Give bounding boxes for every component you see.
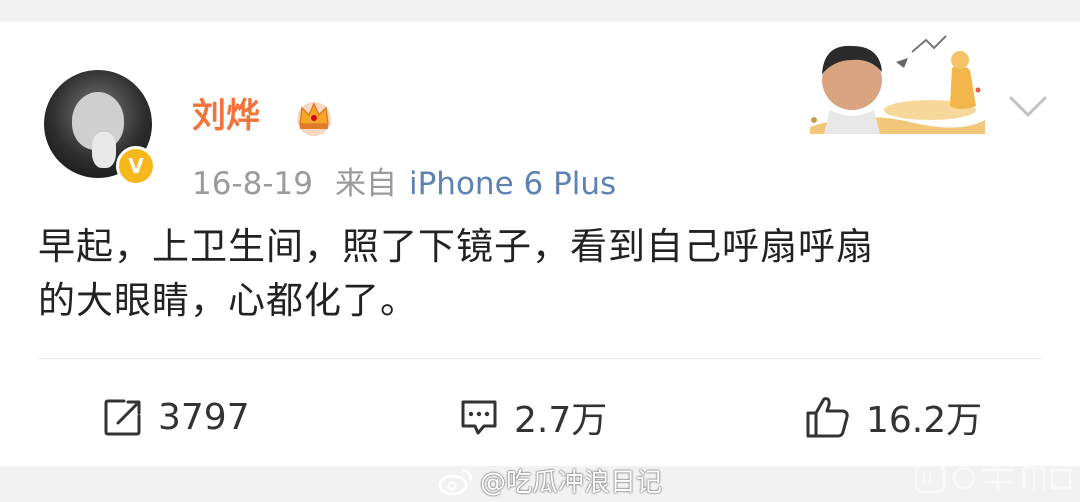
profile-cover-image bbox=[810, 35, 985, 134]
weibo-post-card: V 刘烨 16-8-19 来自 iPhone 6 Plus 早起，上卫生间，照了下镜… bbox=[0, 22, 1080, 466]
comment-count: 2.7万 bbox=[514, 400, 608, 441]
watermark: @吃瓜冲浪日记 bbox=[438, 462, 662, 499]
username[interactable]: 刘烨 bbox=[192, 94, 260, 138]
repost-count: 3797 bbox=[158, 396, 250, 438]
repost-button[interactable]: 3797 bbox=[102, 392, 250, 442]
watermark-text: @吃瓜冲浪日记 bbox=[480, 468, 663, 498]
post-meta: 16-8-19 来自 iPhone 6 Plus bbox=[192, 164, 616, 204]
like-count: 16.2万 bbox=[866, 400, 983, 441]
comment-button[interactable]: 2.7万 bbox=[458, 392, 607, 442]
comment-icon bbox=[461, 400, 497, 435]
thumbs-up-icon bbox=[806, 397, 849, 438]
avatar-hand bbox=[92, 132, 116, 168]
weibo-logo-icon bbox=[438, 468, 473, 495]
verified-badge-icon: V bbox=[116, 146, 156, 186]
crown-icon[interactable] bbox=[292, 94, 336, 138]
post-text: 早起，上卫生间，照了下镜子，看到自己呼扇呼扇 的大眼睛，心都化了。 bbox=[38, 220, 1048, 328]
forum-logo-watermark bbox=[914, 462, 1072, 494]
post-date: 16-8-19 bbox=[192, 166, 313, 202]
chevron-down-icon[interactable] bbox=[1008, 94, 1048, 120]
divider bbox=[38, 358, 1042, 359]
device-link[interactable]: iPhone 6 Plus bbox=[409, 166, 616, 202]
like-button[interactable]: 16.2万 bbox=[804, 392, 982, 442]
source-prefix: 来自 bbox=[335, 166, 397, 202]
post-text-line: 早起，上卫生间，照了下镜子，看到自己呼扇呼扇 bbox=[38, 225, 874, 268]
repost-icon bbox=[104, 399, 141, 436]
post-text-line: 的大眼睛，心都化了。 bbox=[38, 279, 418, 322]
